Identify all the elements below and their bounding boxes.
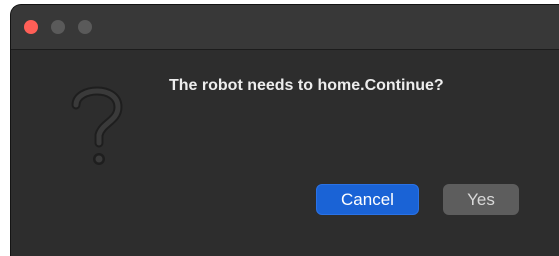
zoom-window-button[interactable] <box>78 20 92 34</box>
minimize-window-button[interactable] <box>51 20 65 34</box>
dialog-window: The robot needs to home.Continue? Cancel… <box>10 4 559 256</box>
dialog-message: The robot needs to home.Continue? <box>169 77 444 94</box>
close-window-button[interactable] <box>24 20 38 34</box>
yes-button[interactable]: Yes <box>443 184 519 215</box>
question-mark-icon <box>71 86 123 165</box>
cancel-button[interactable]: Cancel <box>316 184 419 215</box>
title-bar[interactable] <box>11 5 559 50</box>
